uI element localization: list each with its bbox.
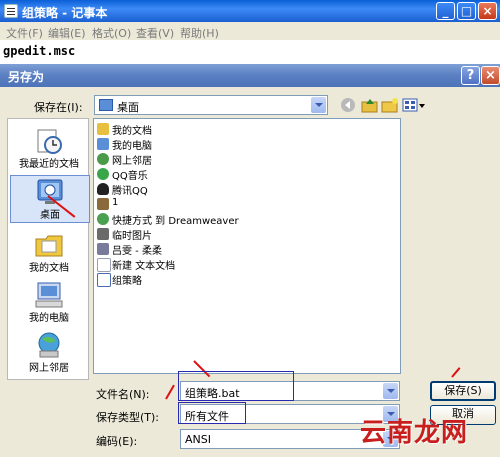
notepad-title: 组策略 - 记事本	[22, 6, 108, 20]
save-in-combo[interactable]: 桌面	[94, 95, 328, 115]
text-file-icon	[97, 273, 111, 287]
place-desktop-label: 桌面	[40, 210, 60, 221]
shortcut-icon	[97, 213, 109, 225]
text-file-icon	[97, 258, 111, 272]
menu-file[interactable]: 文件(F)	[6, 25, 43, 41]
save-button[interactable]: 保存(S)	[430, 381, 496, 401]
place-my-documents[interactable]: 我的文档	[8, 231, 90, 274]
encoding-value: ANSI	[185, 433, 211, 446]
notepad-menu-bar: 文件(F) 编辑(E) 格式(O) 查看(V) 帮助(H)	[0, 22, 500, 40]
place-network[interactable]: 网上邻居	[8, 331, 90, 374]
filename-label: 文件名(N):	[96, 388, 150, 401]
maximize-button[interactable]: □	[457, 2, 476, 20]
network-places-icon	[34, 331, 64, 359]
minimize-button[interactable]: _	[436, 2, 455, 20]
recent-documents-icon	[34, 127, 64, 155]
filetype-label: 保存类型(T):	[96, 411, 160, 424]
menu-view[interactable]: 查看(V)	[136, 25, 174, 41]
chevron-down-icon[interactable]	[311, 97, 326, 113]
help-button[interactable]: ?	[461, 66, 480, 85]
highlight-box	[178, 371, 294, 401]
place-network-label: 网上邻居	[29, 363, 69, 374]
notepad-text-area[interactable]: gpedit.msc	[0, 40, 500, 64]
menu-help[interactable]: 帮助(H)	[180, 25, 219, 41]
highlight-box	[178, 402, 246, 424]
my-computer-icon	[34, 281, 64, 309]
watermark: 云南龙网	[360, 418, 469, 448]
dialog-close-button[interactable]: ×	[481, 66, 500, 85]
place-my-computer-label: 我的电脑	[29, 313, 69, 324]
my-computer-icon	[97, 138, 109, 150]
view-menu-icon[interactable]	[402, 97, 426, 113]
desktop-icon	[99, 99, 113, 111]
place-recent[interactable]: 我最近的文档	[8, 127, 90, 170]
encoding-label: 编码(E):	[96, 435, 138, 448]
file-icon	[97, 198, 109, 210]
image-folder-icon	[97, 228, 109, 240]
places-bar: 我最近的文档 桌面 我的文档 我的电脑 网上邻居	[7, 118, 90, 380]
back-icon[interactable]	[340, 97, 358, 113]
up-folder-icon[interactable]	[361, 97, 379, 113]
music-file-icon	[97, 243, 109, 255]
my-documents-icon	[34, 231, 64, 259]
new-folder-icon[interactable]	[381, 97, 399, 113]
close-button[interactable]: ×	[478, 2, 497, 20]
network-places-icon	[97, 153, 109, 165]
chevron-down-icon[interactable]	[383, 383, 398, 399]
notepad-title-bar: 组策略 - 记事本	[0, 0, 500, 22]
save-in-value: 桌面	[117, 101, 139, 114]
notepad-icon	[4, 4, 18, 18]
qq-music-icon	[97, 168, 109, 180]
file-list[interactable]: 我的文档 我的电脑 网上邻居 QQ音乐 腾讯QQ 1 快捷方式 到 Dreamw…	[93, 118, 401, 374]
notepad-content: gpedit.msc	[3, 44, 76, 58]
place-my-computer[interactable]: 我的电脑	[8, 281, 90, 324]
menu-edit[interactable]: 编辑(E)	[48, 25, 86, 41]
place-recent-label: 我最近的文档	[19, 159, 79, 170]
dialog-title: 另存为	[8, 70, 45, 84]
my-documents-icon	[97, 123, 109, 135]
place-my-documents-label: 我的文档	[29, 263, 69, 274]
menu-format[interactable]: 格式(O)	[92, 25, 131, 41]
save-in-label: 保存在(I):	[34, 101, 83, 114]
dialog-title-bar: 另存为	[0, 64, 500, 87]
qq-penguin-icon	[97, 183, 109, 195]
desktop-icon	[35, 178, 65, 206]
